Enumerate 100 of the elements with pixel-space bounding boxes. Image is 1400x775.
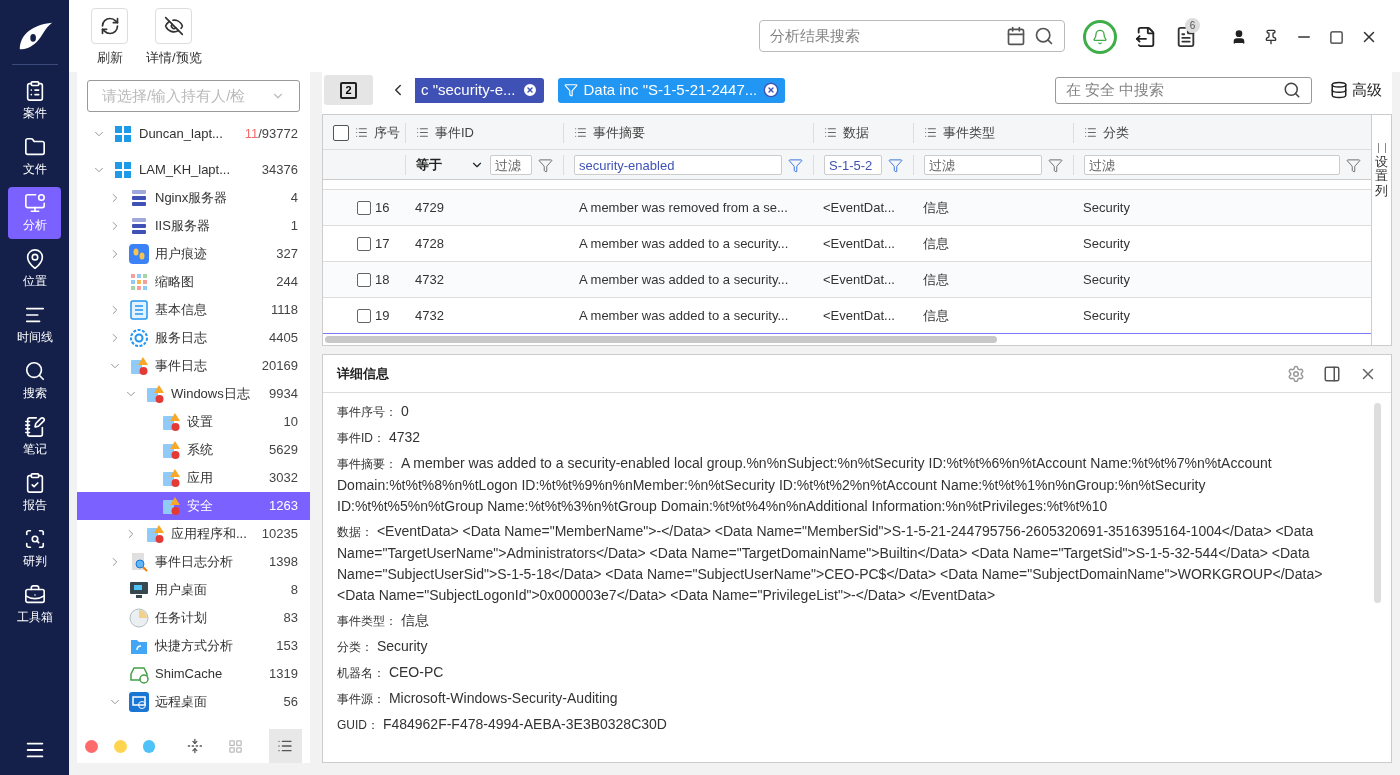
tree-item[interactable]: LAM_KH_lapt... 34376	[77, 156, 310, 184]
tree-item[interactable]: 安全 1263	[77, 492, 310, 520]
filter-chip[interactable]: c "security-e...	[415, 77, 544, 103]
tree-item[interactable]: 事件日志分析 1398	[77, 548, 310, 576]
filter-field[interactable]: 过滤	[1084, 155, 1340, 175]
filter-field[interactable]: security-enabled	[574, 155, 782, 175]
table-cell-text: <EventDat...	[823, 234, 895, 253]
search-box[interactable]: 分析结果搜索	[759, 20, 1065, 52]
table-row[interactable]: 18 4732 A member was added to a security... <EventDat... 信息 Security	[323, 262, 1371, 298]
item-count: 56	[283, 693, 298, 712]
tree-item[interactable]: 用户桌面 8	[77, 576, 310, 604]
tree-item-label: 任务计划	[155, 609, 208, 628]
color-swatch[interactable]	[142, 739, 156, 753]
tree-item[interactable]: ShimCache 1319	[77, 660, 310, 688]
operator-select[interactable]: 等于	[416, 155, 484, 175]
collapse-icon[interactable]	[187, 738, 204, 754]
column-header[interactable]: 数据	[813, 123, 913, 143]
column-header[interactable]: 事件摘要	[563, 123, 813, 143]
vertical-scrollbar[interactable]	[1374, 403, 1381, 603]
filter-icon[interactable]	[888, 157, 903, 173]
tree-item[interactable]: 系统 5629	[77, 436, 310, 464]
checkbox[interactable]	[357, 236, 371, 251]
tree-item[interactable]: 快捷方式分析 153	[77, 632, 310, 660]
item-count: 20169	[261, 357, 298, 376]
tree-item[interactable]: 应用程序和... 10235	[77, 520, 310, 548]
list-icon	[129, 300, 149, 320]
tree-item-label: LAM_KH_lapt...	[139, 161, 232, 180]
nav-item[interactable]: 笔记	[8, 411, 61, 463]
tree-item[interactable]: Duncan_lapt... 11/93772	[77, 120, 310, 148]
color-swatch[interactable]	[113, 739, 127, 753]
server-icon	[129, 216, 149, 236]
column-header[interactable]: 分类	[1073, 123, 1371, 143]
nav-item[interactable]: 搜索	[8, 355, 61, 407]
tree-item[interactable]: 缩略图 244	[77, 268, 310, 296]
search-icon[interactable]	[1283, 81, 1301, 99]
advanced-button[interactable]: 高级	[1330, 78, 1382, 102]
filter-field[interactable]: 过滤	[490, 155, 532, 175]
tree-item[interactable]: 任务计划 83	[77, 604, 310, 632]
tree-item[interactable]: 设置 10	[77, 408, 310, 436]
color-swatch[interactable]	[85, 739, 98, 753]
column-settings-tab[interactable]: 设置列	[1371, 115, 1391, 345]
column-header[interactable]: 序号	[323, 115, 405, 151]
nav-item[interactable]: 工具箱	[8, 579, 61, 631]
toolbar-button[interactable]	[155, 8, 193, 44]
remove-icon[interactable]	[521, 82, 538, 98]
filter-icon[interactable]	[538, 157, 553, 173]
filter-icon[interactable]	[788, 157, 803, 173]
remove-icon[interactable]	[763, 82, 780, 98]
item-count: 3032	[269, 469, 298, 488]
settings-icon[interactable]	[1287, 364, 1305, 383]
toolbar-button[interactable]	[91, 8, 128, 44]
tree-item[interactable]: 远程桌面 56	[77, 688, 310, 716]
detail-field: 分类： Security	[337, 636, 1354, 658]
nav-item[interactable]: 位置	[8, 243, 61, 295]
user-icon[interactable]	[1231, 29, 1247, 45]
tree-item-label: 用户桌面	[155, 581, 208, 600]
column-header[interactable]: 事件ID	[405, 123, 563, 143]
nav-item[interactable]: 报告	[8, 467, 61, 519]
item-count: 8	[290, 581, 298, 600]
tree-item-label: Windows日志	[171, 385, 251, 404]
search-box[interactable]: 在 安全 中搜索	[1055, 76, 1312, 104]
tree-item-label: 应用程序和...	[171, 525, 248, 544]
filter-field[interactable]: S-1-5-2	[824, 155, 882, 175]
filter-field[interactable]: 过滤	[924, 155, 1042, 175]
horizontal-scrollbar[interactable]	[325, 336, 997, 343]
checkbox[interactable]	[357, 272, 371, 287]
tree-item[interactable]: 基本信息 1118	[77, 296, 310, 324]
filter-icon[interactable]	[1048, 157, 1063, 173]
nav-item[interactable]: 时间线	[8, 299, 61, 351]
table-row[interactable]: 16 4729 A member was removed from a se... <EventDat... 信息 Security	[323, 190, 1371, 226]
filter-icon[interactable]	[1346, 157, 1361, 173]
column-header[interactable]: 事件类型	[913, 123, 1073, 143]
filter-count-button[interactable]: 2	[324, 75, 373, 105]
tree-item-label: ShimCache	[155, 665, 224, 684]
search-field[interactable]: 分析结果搜索	[770, 24, 1006, 48]
panel-icon[interactable]	[1323, 364, 1341, 383]
search-field[interactable]: 在 安全 中搜索	[1066, 78, 1283, 102]
tree-item[interactable]: Nginx服务器 4	[77, 184, 310, 212]
table-cell-text: <EventDat...	[823, 198, 895, 217]
tree-item-label: IIS服务器	[155, 217, 211, 236]
checkbox[interactable]	[357, 308, 371, 323]
list-view-button[interactable]	[268, 729, 302, 763]
search-icon[interactable]	[1034, 26, 1054, 46]
checkbox[interactable]	[357, 200, 371, 215]
tree-item[interactable]: 服务日志 4405	[77, 324, 310, 352]
pin-icon[interactable]	[1263, 29, 1279, 45]
nav-item[interactable]: 分析	[8, 187, 61, 239]
tree-item[interactable]: IIS服务器 1	[77, 212, 310, 240]
tree-item[interactable]: 用户痕迹 327	[77, 240, 310, 268]
nav-item[interactable]: 案件	[8, 75, 61, 127]
tree-item[interactable]: 应用 3032	[77, 464, 310, 492]
nav-item[interactable]: 研判	[8, 523, 61, 575]
maximize-icon[interactable]	[1329, 29, 1344, 45]
tree-item[interactable]: Windows日志 9934	[77, 380, 310, 408]
nav-item[interactable]: 文件	[8, 131, 61, 183]
tree-item[interactable]: 事件日志 20169	[77, 352, 310, 380]
calendar-icon[interactable]	[1006, 26, 1026, 46]
bell-button[interactable]	[1083, 20, 1117, 54]
checkbox[interactable]	[333, 124, 349, 141]
export-icon[interactable]	[1135, 26, 1157, 48]
